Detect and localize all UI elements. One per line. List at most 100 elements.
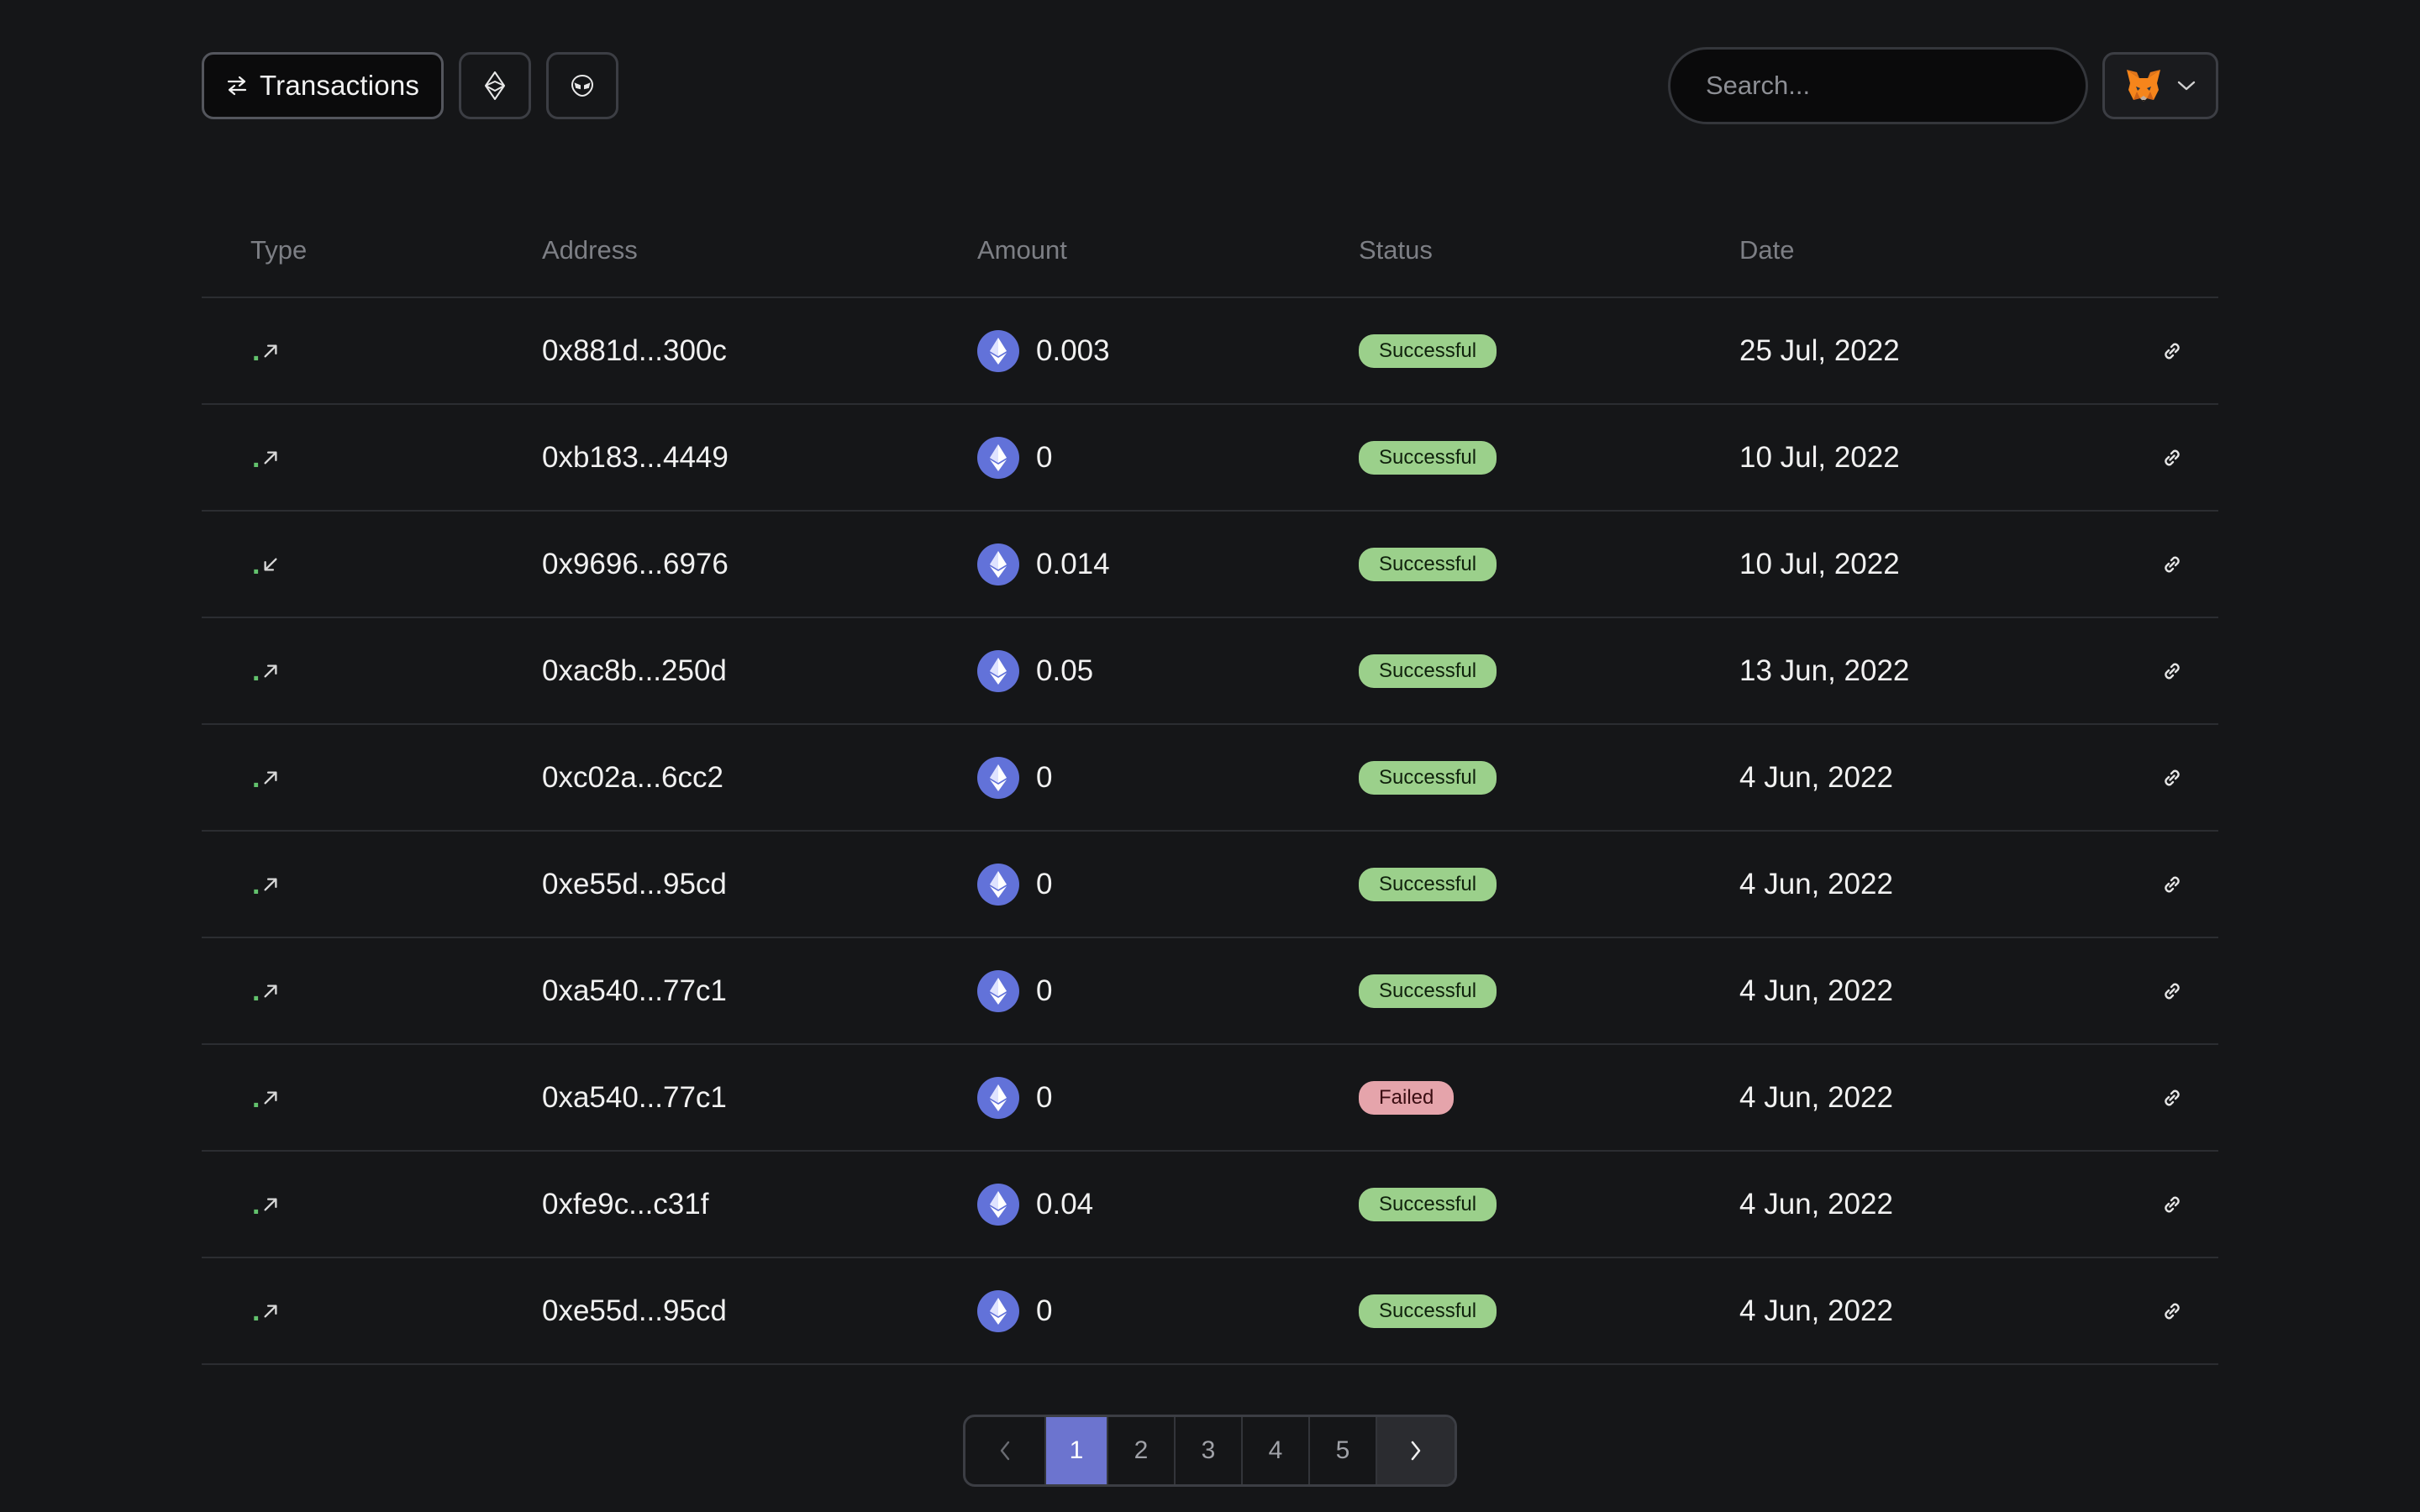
amount-cell: 0.04: [977, 1152, 1093, 1257]
amount-cell: 0: [977, 938, 1052, 1043]
next-page-button[interactable]: [1377, 1417, 1455, 1484]
table-row[interactable]: . 0xe55d...95cd 0 Successful 4 Jun, 2022: [202, 1258, 2218, 1365]
address-cell: 0xa540...77c1: [542, 1080, 727, 1114]
page-button-1[interactable]: 1: [1046, 1417, 1108, 1484]
ethereum-logo-icon: [990, 550, 1007, 578]
prev-page-button[interactable]: [965, 1417, 1046, 1484]
amount-cell: 0: [977, 405, 1052, 510]
table-row[interactable]: . 0xc02a...6cc2 0 Successful 4 Jun, 2022: [202, 725, 2218, 832]
table-row[interactable]: . 0xb183...4449 0 Successful 10 Jul, 2022: [202, 405, 2218, 512]
date-cell: 10 Jul, 2022: [1739, 547, 1900, 580]
eth-coin-icon: [977, 543, 1019, 585]
table-body: . 0x881d...300c 0.003 Successful 25 Jul, 202…: [202, 298, 2218, 1365]
date-cell: 13 Jun, 2022: [1739, 654, 1910, 687]
amount-value: 0: [1036, 1080, 1053, 1114]
address-cell: 0xe55d...95cd: [542, 867, 727, 900]
table-row[interactable]: . 0xac8b...250d 0.05 Successful 13 Jun, 2022: [202, 618, 2218, 725]
toolbar-filters: Transactions: [202, 52, 619, 119]
eth-coin-icon: [977, 756, 1019, 799]
header-status: Status: [1359, 235, 1433, 265]
page-button-4[interactable]: 4: [1243, 1417, 1310, 1484]
ethereum-logo-icon: [990, 657, 1007, 685]
status-cell: Successful: [1359, 298, 1497, 403]
header-type: Type: [250, 235, 308, 265]
type-cell: .: [252, 938, 280, 1043]
amount-cell: 0.014: [977, 512, 1110, 617]
table-row[interactable]: . 0xfe9c...c31f 0.04 Successful 4 Jun, 2022: [202, 1152, 2218, 1258]
link-button[interactable]: [2160, 618, 2185, 723]
link-button[interactable]: [2160, 512, 2185, 617]
amount-value: 0.05: [1036, 654, 1094, 687]
date-cell: 10 Jul, 2022: [1739, 440, 1900, 474]
amount-value: 0: [1036, 1294, 1053, 1327]
table-row[interactable]: . 0xa540...77c1 0 Successful 4 Jun, 2022: [202, 938, 2218, 1045]
ethereum-logo-icon: [990, 444, 1007, 471]
search-box[interactable]: [1668, 47, 2088, 124]
ethereum-logo-icon: [990, 764, 1007, 791]
transactions-button[interactable]: Transactions: [202, 52, 445, 119]
date-cell: 4 Jun, 2022: [1739, 760, 1893, 794]
type-cell: .: [252, 1152, 280, 1257]
status-cell: Successful: [1359, 405, 1497, 510]
type-cell: .: [252, 1045, 280, 1150]
table-row[interactable]: . 0x881d...300c 0.003 Successful 25 Jul, 202…: [202, 298, 2218, 405]
alien-icon: [571, 74, 594, 97]
transactions-button-label: Transactions: [260, 70, 420, 101]
link-icon: [2165, 769, 2180, 785]
date-cell: 4 Jun, 2022: [1739, 1080, 1893, 1114]
link-button[interactable]: [2160, 832, 2185, 937]
link-icon: [2165, 1303, 2180, 1319]
link-icon: [2165, 556, 2180, 572]
status-badge: Successful: [1359, 333, 1497, 368]
wallet-selector[interactable]: [2102, 52, 2218, 119]
address-cell: 0xe55d...95cd: [542, 1294, 727, 1327]
link-icon: [2165, 449, 2180, 465]
ethereum-logo-icon: [990, 870, 1007, 898]
eth-filter-button[interactable]: [459, 52, 532, 119]
date-cell: 4 Jun, 2022: [1739, 1187, 1893, 1221]
alien-filter-button[interactable]: [546, 52, 619, 119]
page-button-3[interactable]: 3: [1176, 1417, 1243, 1484]
type-cell: .: [252, 725, 280, 830]
page-button-5[interactable]: 5: [1310, 1417, 1377, 1484]
status-cell: Successful: [1359, 832, 1497, 937]
status-cell: Failed: [1359, 1045, 1455, 1150]
status-cell: Successful: [1359, 938, 1497, 1043]
page-button-2[interactable]: 2: [1108, 1417, 1176, 1484]
amount-cell: 0.003: [977, 298, 1110, 403]
link-button[interactable]: [2160, 1152, 2185, 1257]
table-row[interactable]: . 0xa540...77c1 0 Failed 4 Jun, 2022: [202, 1045, 2218, 1152]
ethereum-logo-icon: [990, 337, 1007, 365]
type-dot: .: [252, 548, 260, 580]
amount-value: 0.003: [1036, 333, 1110, 367]
table-row[interactable]: . 0xe55d...95cd 0 Successful 4 Jun, 2022: [202, 832, 2218, 938]
status-badge: Successful: [1359, 654, 1497, 688]
link-button[interactable]: [2160, 1045, 2185, 1150]
status-badge: Successful: [1359, 440, 1497, 475]
date-cell: 4 Jun, 2022: [1739, 867, 1893, 900]
link-button[interactable]: [2160, 938, 2185, 1043]
link-button[interactable]: [2160, 405, 2185, 510]
table-row[interactable]: . 0x9696...6976 0.014 Successful 10 Jul, 202…: [202, 512, 2218, 618]
link-icon: [2165, 876, 2180, 892]
address-cell: 0xfe9c...c31f: [542, 1187, 709, 1221]
amount-cell: 0: [977, 832, 1052, 937]
search-input[interactable]: [1704, 70, 2052, 102]
status-cell: Successful: [1359, 618, 1497, 723]
link-button[interactable]: [2160, 725, 2185, 830]
type-dot: .: [252, 761, 260, 794]
address-cell: 0x9696...6976: [542, 547, 729, 580]
type-dot: .: [252, 868, 260, 900]
type-cell: .: [252, 405, 280, 510]
amount-cell: 0: [977, 1258, 1052, 1363]
type-dot: .: [252, 334, 260, 367]
status-badge: Failed: [1359, 1080, 1455, 1115]
status-cell: Successful: [1359, 1152, 1497, 1257]
amount-value: 0.04: [1036, 1187, 1094, 1221]
status-cell: Successful: [1359, 725, 1497, 830]
link-button[interactable]: [2160, 1258, 2185, 1363]
type-dot: .: [252, 1294, 260, 1327]
type-dot: .: [252, 974, 260, 1007]
date-cell: 25 Jul, 2022: [1739, 333, 1900, 367]
link-button[interactable]: [2160, 298, 2185, 403]
